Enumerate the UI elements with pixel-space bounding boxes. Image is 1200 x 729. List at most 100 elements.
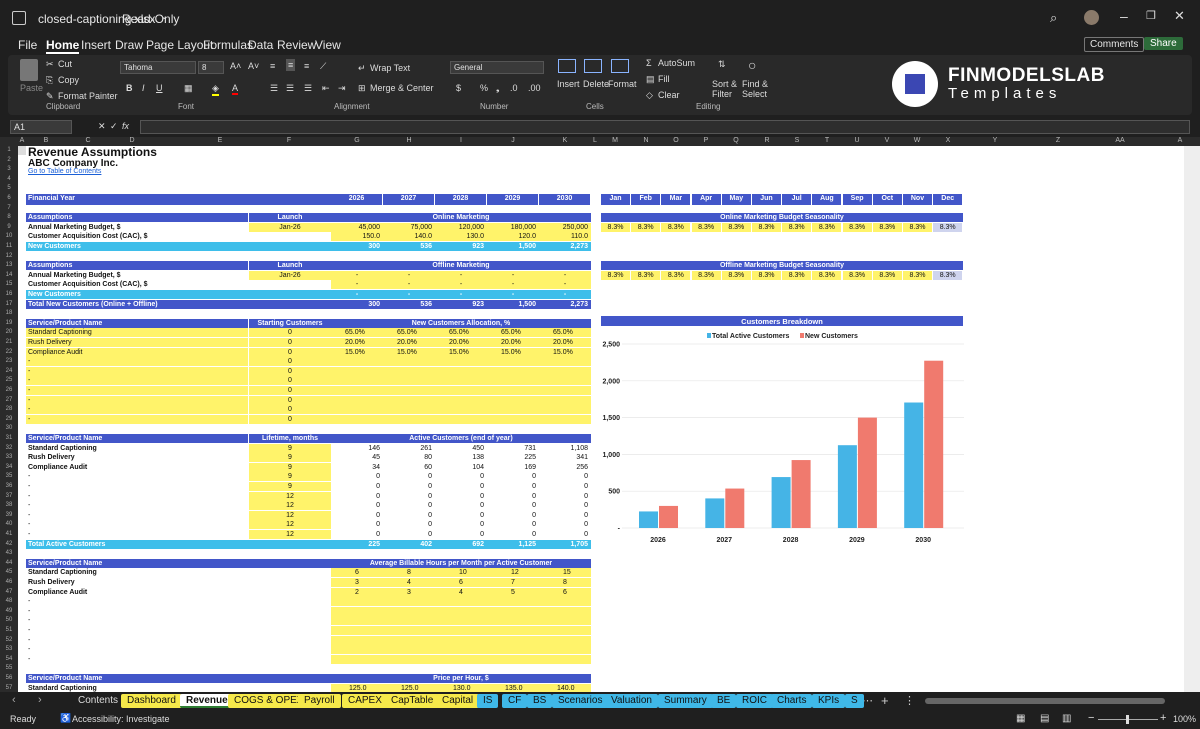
service-name-cell[interactable]: - <box>28 616 248 625</box>
row-header[interactable]: 22 <box>0 349 18 355</box>
value-cell[interactable]: 0 <box>487 520 539 529</box>
row-header[interactable]: 2 <box>0 157 18 163</box>
billable-hours-header[interactable]: Average Billable Hours per Month per Act… <box>331 558 591 568</box>
paste-button[interactable]: Paste <box>20 83 43 93</box>
wrap-text-button[interactable]: Wrap Text <box>370 63 410 73</box>
offline-marketing-header[interactable]: Offline Marketing <box>331 261 591 271</box>
service-name-cell[interactable]: - <box>26 405 248 415</box>
percent-icon[interactable]: % <box>480 83 488 93</box>
online-marketing-header[interactable]: Online Marketing <box>331 213 591 223</box>
delete-button[interactable]: Delete <box>583 79 609 89</box>
value-cell[interactable]: 0 <box>539 472 591 481</box>
seasonality-cell[interactable]: 8.3% <box>721 222 751 232</box>
value-cell[interactable]: 0 <box>435 511 487 520</box>
row-header[interactable]: 39 <box>0 512 18 518</box>
service-name-cell[interactable]: - <box>28 472 248 481</box>
paste-icon[interactable] <box>20 59 38 81</box>
month-header[interactable]: Aug <box>812 194 842 205</box>
lifetime-header[interactable]: Lifetime, months <box>249 434 331 443</box>
value-cell[interactable]: 692 <box>435 539 487 549</box>
row-header[interactable]: 49 <box>0 608 18 614</box>
row-header[interactable]: 37 <box>0 493 18 499</box>
value-cell[interactable]: 0 <box>383 492 435 501</box>
font-name-select[interactable]: Tahoma <box>120 61 196 74</box>
lifetime-cell[interactable]: 9 <box>249 443 331 453</box>
lifetime-cell[interactable]: 9 <box>249 462 331 472</box>
value-cell[interactable]: - <box>435 280 487 290</box>
row-header[interactable]: 47 <box>0 589 18 595</box>
seasonality-cell[interactable]: 8.3% <box>752 222 781 232</box>
tab-file[interactable]: File <box>18 38 37 52</box>
bar-total-active[interactable] <box>837 445 857 528</box>
value-cell[interactable]: 0 <box>331 472 383 481</box>
starting-customers-cell[interactable]: 0 <box>249 328 331 338</box>
value-cell[interactable]: 180,000 <box>487 222 539 232</box>
new-customers-label[interactable]: New Customers <box>26 290 331 299</box>
fill-color-icon[interactable]: ◈ <box>212 83 219 96</box>
shrink-font-icon[interactable]: A˅ <box>248 61 259 71</box>
lifetime-cell[interactable]: 12 <box>249 501 331 511</box>
lifetime-cell[interactable]: 12 <box>249 510 331 520</box>
align-bottom-icon[interactable]: ≡ <box>304 61 309 71</box>
seasonality-cell[interactable]: 8.3% <box>842 222 872 232</box>
hours-cell[interactable]: 5 <box>487 587 539 597</box>
service-name-cell[interactable]: - <box>28 626 248 635</box>
column-header[interactable]: X <box>938 137 958 144</box>
grow-font-icon[interactable]: A˄ <box>230 61 241 71</box>
value-cell[interactable]: 731 <box>487 444 539 453</box>
decrease-decimal-icon[interactable]: .00 <box>528 83 541 93</box>
service-name-cell[interactable]: - <box>28 520 248 529</box>
column-header[interactable]: W <box>907 137 927 144</box>
allocation-header[interactable]: New Customers Allocation, % <box>331 318 591 328</box>
row-header[interactable]: 51 <box>0 627 18 633</box>
page-break-view-icon[interactable]: ▥ <box>1062 713 1071 724</box>
service-name-cell[interactable]: - <box>28 530 248 539</box>
service-name-cell[interactable]: - <box>28 501 248 510</box>
service-name-cell[interactable]: - <box>28 597 248 606</box>
value-cell[interactable]: 0 <box>435 472 487 481</box>
month-header[interactable]: Apr <box>691 194 721 205</box>
column-header[interactable]: H <box>399 137 419 144</box>
column-header[interactable]: M <box>605 137 625 144</box>
price-cell[interactable]: 135.0 <box>487 683 539 692</box>
value-cell[interactable]: - <box>331 280 383 290</box>
bar-new-customers[interactable] <box>924 360 944 528</box>
price-cell[interactable]: 125.0 <box>383 683 435 692</box>
tab-draw[interactable]: Draw <box>115 38 143 52</box>
service-name-cell[interactable]: - <box>26 357 248 367</box>
worksheet[interactable]: A B C D E F G H I J K L M N O P Q R S T U V W X Y Z AA A 1234567891… <box>0 137 1200 692</box>
value-cell[interactable]: 923 <box>435 299 487 309</box>
label-cell[interactable]: Annual Marketing Budget, $ <box>28 271 248 280</box>
column-header[interactable]: R <box>757 137 777 144</box>
row-header[interactable]: 36 <box>0 483 18 489</box>
column-header[interactable]: L <box>585 137 605 144</box>
value-cell[interactable]: - <box>539 290 591 299</box>
lifetime-cell[interactable]: 12 <box>249 491 331 501</box>
select-button[interactable]: Select <box>742 89 767 99</box>
format-button[interactable]: Format <box>608 79 637 89</box>
fill-cell[interactable] <box>331 395 591 405</box>
value-cell[interactable]: 450 <box>435 444 487 453</box>
zoom-level[interactable]: 100% <box>1173 714 1196 724</box>
hours-cell[interactable]: 6 <box>331 568 383 578</box>
increase-decimal-icon[interactable]: .0 <box>510 83 518 93</box>
sheet-tab-revenue[interactable]: Revenue <box>180 694 234 708</box>
value-cell[interactable]: 0 <box>487 511 539 520</box>
offline-seasonality-header[interactable]: Offline Marketing Budget Seasonality <box>601 261 963 271</box>
value-cell[interactable]: 300 <box>331 242 383 251</box>
value-cell[interactable]: 45 <box>331 453 383 462</box>
fill-cell[interactable] <box>331 414 591 424</box>
service-name-cell[interactable]: - <box>28 492 248 501</box>
row-header[interactable]: 15 <box>0 281 18 287</box>
lifetime-cell[interactable]: 9 <box>249 453 331 463</box>
value-cell[interactable]: 1,500 <box>487 242 539 251</box>
restore-icon[interactable]: ❐ <box>1146 9 1156 22</box>
service-name-cell[interactable]: Compliance Audit <box>28 463 248 472</box>
value-cell[interactable]: 0 <box>487 530 539 539</box>
comments-button[interactable]: Comments <box>1084 37 1145 52</box>
tab-home[interactable]: Home <box>46 38 80 54</box>
assumptions-label[interactable]: Assumptions <box>26 261 248 271</box>
row-header[interactable]: 33 <box>0 454 18 460</box>
vertical-scrollbar[interactable] <box>1184 146 1200 692</box>
sheet-tab-capital[interactable]: Capital <box>436 694 480 708</box>
